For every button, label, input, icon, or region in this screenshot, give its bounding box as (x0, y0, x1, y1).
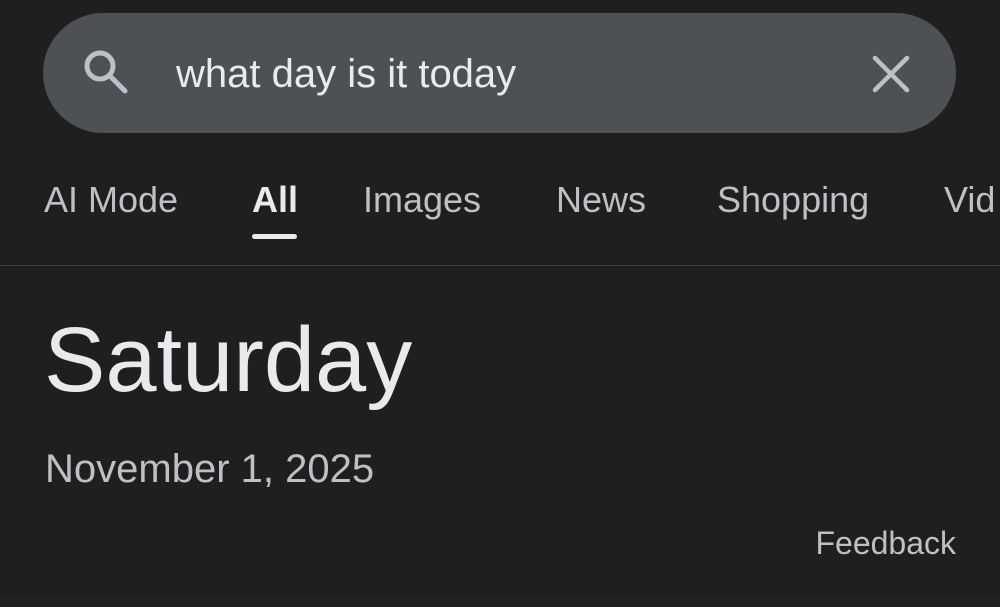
divider (0, 265, 1000, 266)
close-icon[interactable] (865, 48, 917, 100)
tab-ai-mode[interactable]: AI Mode (44, 178, 178, 222)
search-tabs: AI Mode All Images News Shopping Vid (0, 160, 1000, 265)
search-results-page: what day is it today AI Mode All Images … (0, 0, 1000, 607)
tab-videos[interactable]: Vid (944, 178, 995, 222)
tab-shopping[interactable]: Shopping (717, 178, 869, 222)
active-tab-indicator (252, 234, 297, 239)
search-icon[interactable] (80, 46, 134, 100)
day-of-week: Saturday (44, 309, 413, 411)
feedback-link[interactable]: Feedback (815, 522, 956, 564)
tab-images[interactable]: Images (363, 178, 481, 222)
search-input[interactable]: what day is it today (176, 46, 516, 102)
divider (0, 598, 1000, 599)
current-date: November 1, 2025 (45, 447, 375, 491)
tab-news[interactable]: News (556, 178, 646, 222)
search-bar[interactable]: what day is it today (43, 13, 956, 133)
tab-all[interactable]: All (252, 178, 298, 222)
